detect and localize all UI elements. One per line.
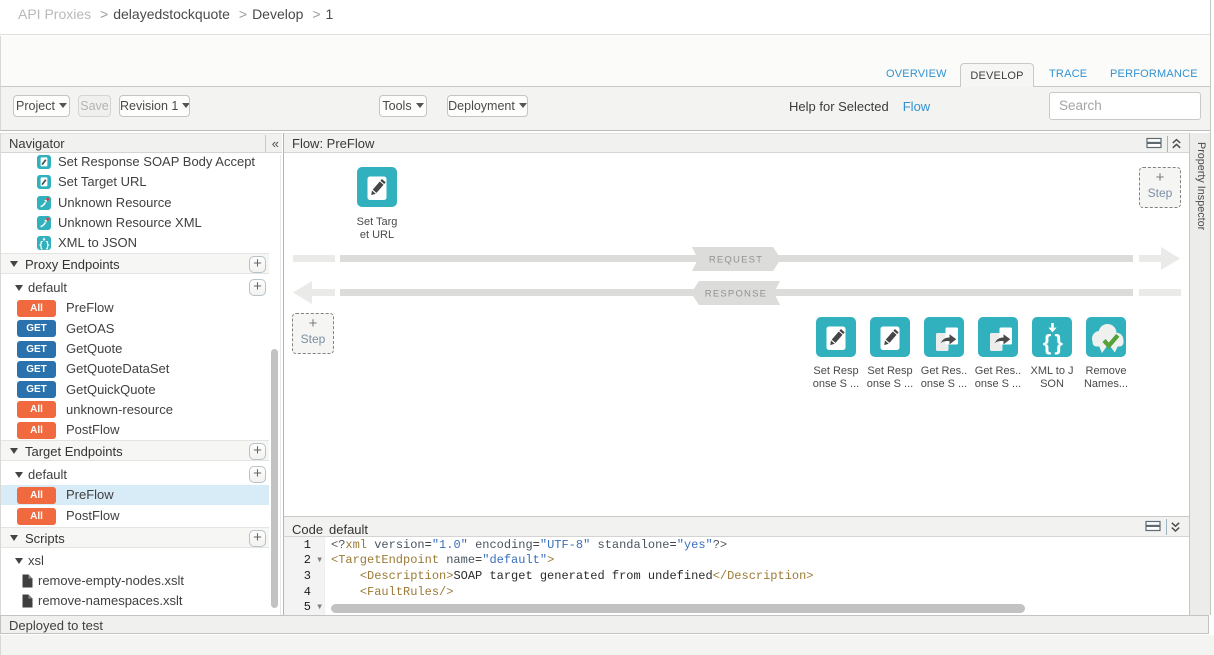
- svg-text:REQUEST: REQUEST: [709, 255, 763, 266]
- svg-text:}: }: [1054, 330, 1063, 355]
- svg-text:RESPONSE: RESPONSE: [705, 289, 767, 300]
- svg-text:{ }: { }: [39, 239, 49, 250]
- svg-text:{: {: [1043, 330, 1052, 355]
